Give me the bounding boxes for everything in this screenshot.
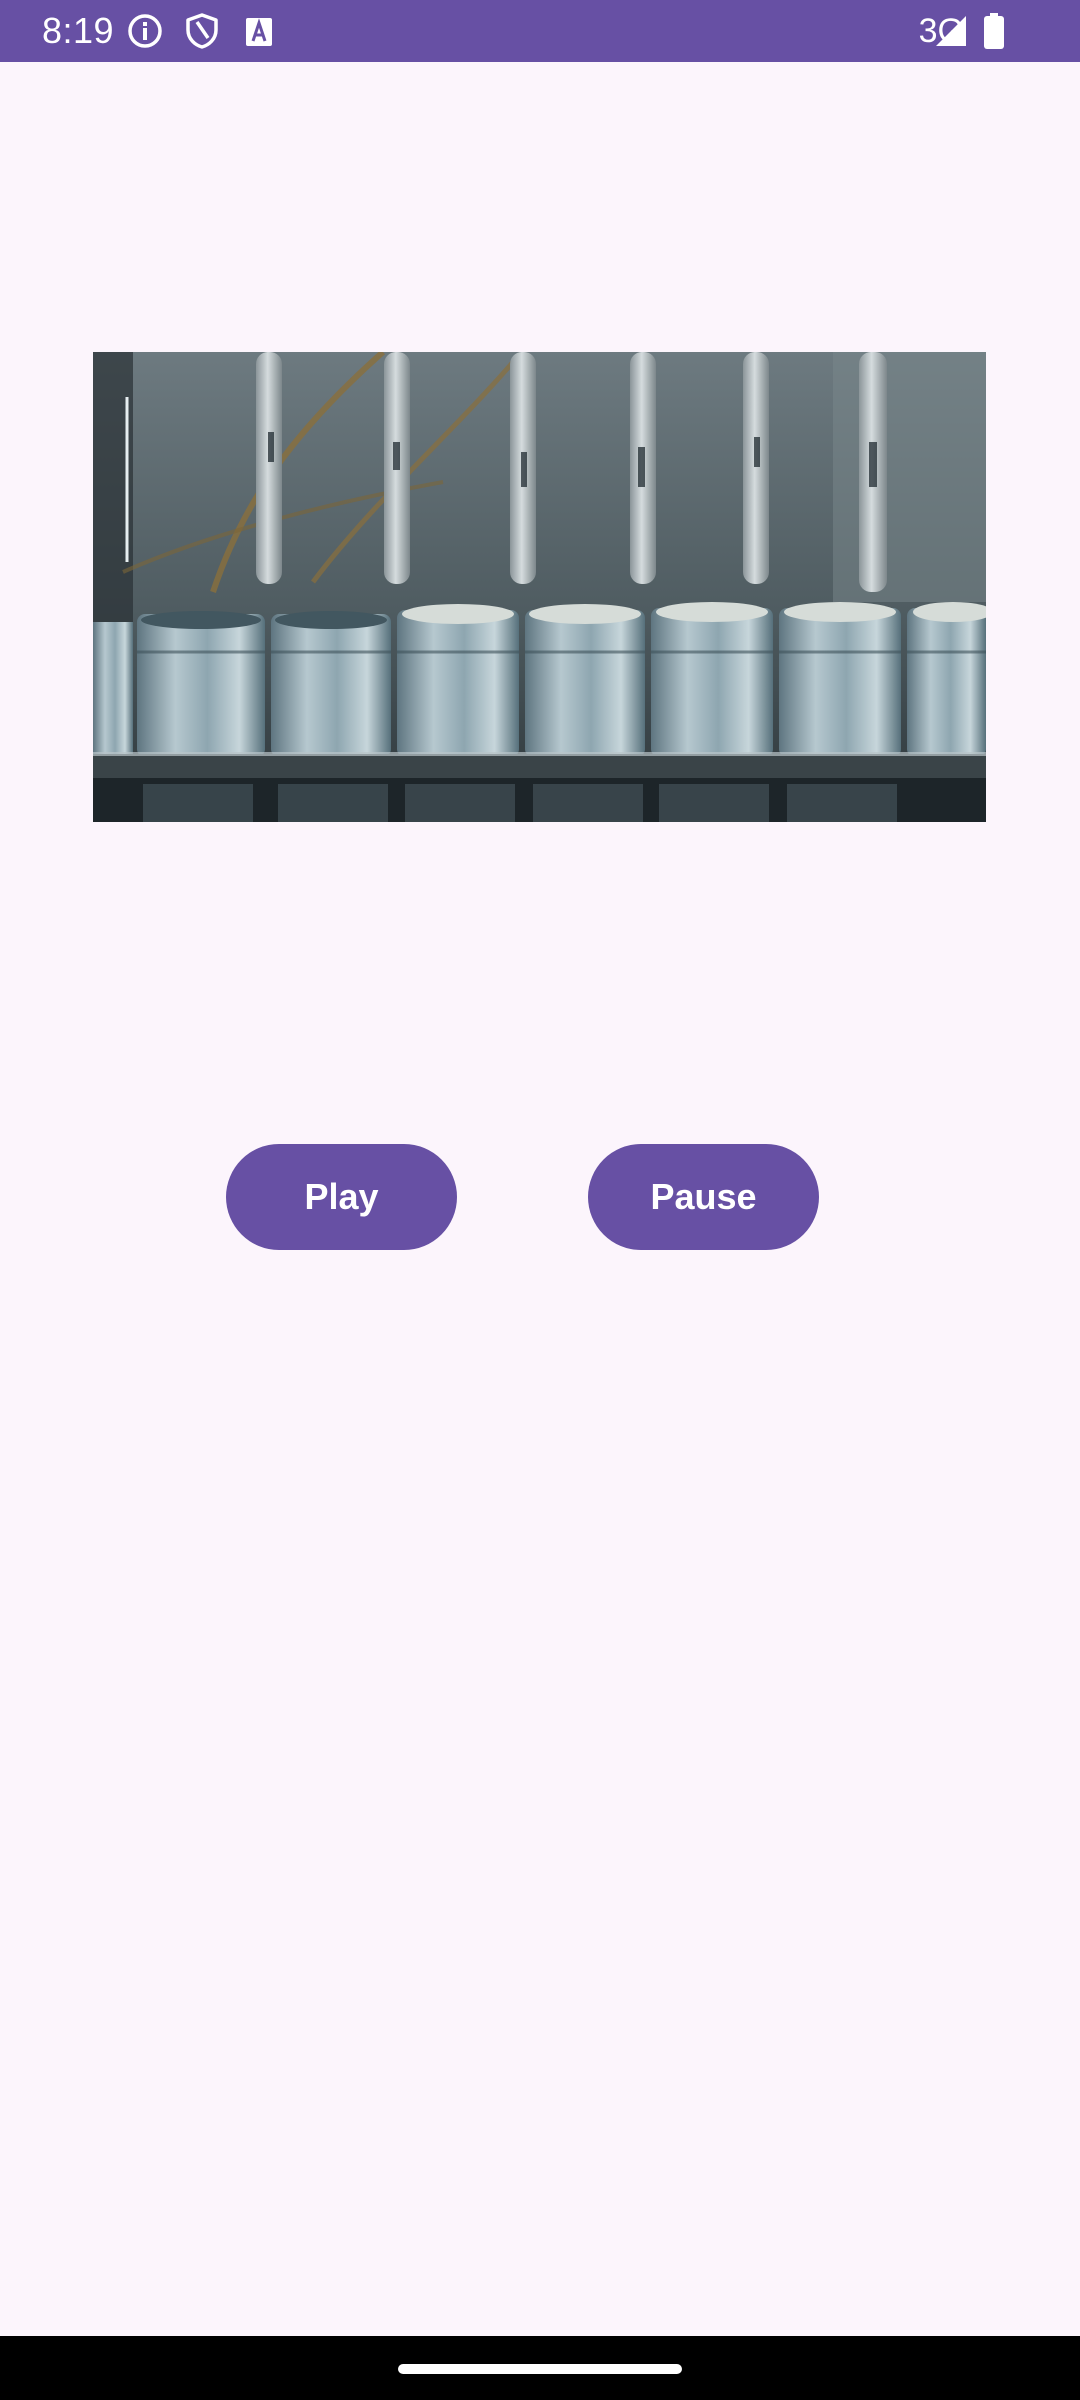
video-frame-image [93, 352, 986, 822]
shield-icon [186, 13, 218, 49]
video-player[interactable] [93, 352, 986, 822]
home-gesture-handle[interactable] [398, 2364, 682, 2374]
play-button[interactable]: Play [226, 1144, 457, 1250]
status-time: 8:19 [42, 10, 115, 51]
signal-icon [936, 16, 966, 46]
battery-icon [984, 13, 1004, 49]
cans-row [93, 602, 986, 757]
pause-button[interactable]: Pause [588, 1144, 819, 1250]
info-icon [128, 14, 162, 48]
status-bar: 8:19 3G [0, 0, 1080, 62]
text-a-icon [246, 18, 272, 46]
navigation-bar [0, 2336, 1080, 2400]
